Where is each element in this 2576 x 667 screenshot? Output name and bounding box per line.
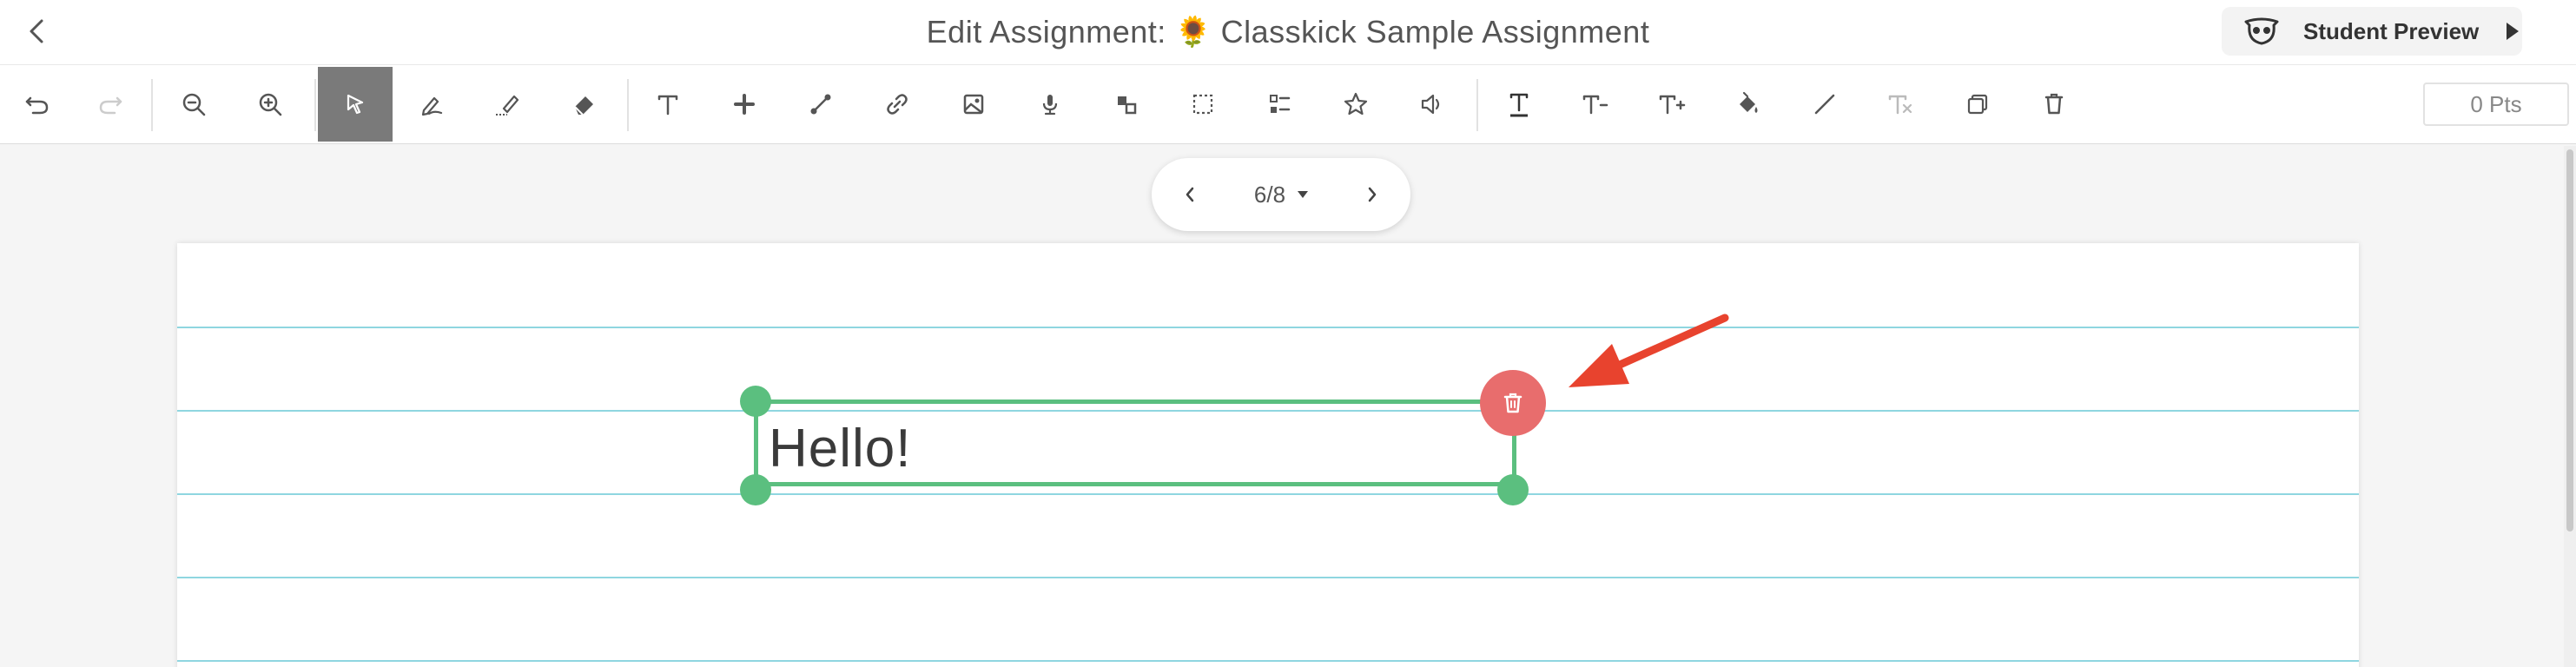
undo-button[interactable] xyxy=(0,67,75,142)
manipulative-tool-button[interactable] xyxy=(1089,67,1164,142)
resize-handle-bottom-left[interactable] xyxy=(740,474,771,505)
select-tool-button[interactable] xyxy=(318,67,393,142)
speaker-tool-button[interactable] xyxy=(1395,67,1470,142)
line-connector-icon xyxy=(810,94,831,115)
resize-handle-bottom-right[interactable] xyxy=(1497,474,1529,505)
selection-box-button[interactable] xyxy=(1166,67,1240,142)
page-indicator[interactable]: 6/8 xyxy=(1238,174,1325,215)
toolbar: 0 Pts xyxy=(0,64,2576,144)
add-element-button[interactable] xyxy=(707,67,782,142)
paint-bucket-icon xyxy=(1740,91,1758,113)
resize-handle-top-left[interactable] xyxy=(740,386,771,417)
chevron-left-icon xyxy=(1186,187,1194,202)
chevron-left-icon xyxy=(30,19,43,43)
undo-icon xyxy=(25,96,49,115)
zoom-out-icon xyxy=(182,93,206,116)
next-page-button[interactable] xyxy=(1351,174,1393,215)
trash-button[interactable] xyxy=(2017,67,2091,142)
speaker-icon xyxy=(1421,94,1440,115)
text-icon xyxy=(657,95,678,116)
text-clear-icon xyxy=(1888,95,1912,115)
eraser-icon xyxy=(574,96,593,116)
selected-textbox[interactable]: Hello! xyxy=(754,400,1516,486)
delete-element-button[interactable] xyxy=(1480,370,1546,436)
header: Edit Assignment: 🌻 Classkick Sample Assi… xyxy=(0,0,2576,64)
ruled-line xyxy=(177,327,2359,328)
text-plus-icon xyxy=(1659,95,1686,115)
zoom-in-icon xyxy=(259,93,282,116)
title-prefix: Edit Assignment: xyxy=(926,14,1166,50)
caret-down-icon xyxy=(1298,191,1309,198)
pen-icon xyxy=(421,96,443,116)
microphone-icon xyxy=(1042,95,1058,116)
page-number: 6/8 xyxy=(1253,181,1286,208)
dashed-box-icon xyxy=(1192,94,1213,115)
line-tool-button[interactable] xyxy=(783,67,858,142)
shapes-icon xyxy=(1118,96,1137,115)
cursor-icon xyxy=(347,94,364,115)
fill-tool-button[interactable] xyxy=(1711,67,1786,142)
text-tool-button[interactable] xyxy=(631,67,705,142)
previous-page-button[interactable] xyxy=(1169,174,1211,215)
duplicate-button[interactable] xyxy=(1940,67,2015,142)
star-tool-button[interactable] xyxy=(1318,67,1393,142)
assignment-canvas[interactable]: Hello! xyxy=(177,243,2359,667)
text-smaller-button[interactable] xyxy=(1558,67,1633,142)
stroke-tool-button[interactable] xyxy=(1787,67,1862,142)
highlighter-icon xyxy=(496,95,519,116)
text-underline-icon xyxy=(1509,93,1529,117)
link-icon xyxy=(887,94,908,115)
ruled-line xyxy=(177,493,2359,495)
plus-icon xyxy=(734,94,755,115)
trash-icon xyxy=(2044,93,2064,115)
text-larger-button[interactable] xyxy=(1635,67,1709,142)
text-minus-icon xyxy=(1582,95,1608,115)
image-tool-button[interactable] xyxy=(936,67,1011,142)
trash-icon xyxy=(1503,393,1522,413)
image-icon xyxy=(963,94,984,115)
student-owl-icon xyxy=(2244,17,2279,45)
textbox-content[interactable]: Hello! xyxy=(769,418,912,479)
link-tool-button[interactable] xyxy=(860,67,935,142)
chevron-right-icon xyxy=(1368,187,1377,202)
text-clear-button[interactable] xyxy=(1864,67,1939,142)
back-button[interactable] xyxy=(19,14,54,49)
zoom-out-button[interactable] xyxy=(156,67,231,142)
checklist-icon xyxy=(1270,95,1291,113)
duplicate-icon xyxy=(1967,94,1988,115)
redo-button[interactable] xyxy=(73,67,148,142)
ruled-line xyxy=(177,577,2359,578)
zoom-in-button[interactable] xyxy=(233,67,307,142)
vertical-scrollbar[interactable] xyxy=(2564,146,2576,667)
sunflower-icon: 🌻 xyxy=(1174,16,1212,49)
highlighter-tool-button[interactable] xyxy=(471,67,545,142)
diagonal-line-icon xyxy=(1814,94,1835,115)
eraser-tool-button[interactable] xyxy=(547,67,622,142)
audio-record-button[interactable] xyxy=(1013,67,1087,142)
points-field[interactable]: 0 Pts xyxy=(2423,83,2569,126)
scrollbar-thumb[interactable] xyxy=(2566,149,2573,532)
page-navigator: 6/8 xyxy=(1152,158,1410,231)
redo-icon xyxy=(99,96,122,115)
multiple-choice-button[interactable] xyxy=(1242,67,1317,142)
assignment-name: Classkick Sample Assignment xyxy=(1220,14,1650,50)
student-preview-button[interactable]: Student Preview xyxy=(2222,7,2522,56)
play-icon xyxy=(2507,23,2520,40)
student-preview-label: Student Preview xyxy=(2303,17,2480,44)
pen-tool-button[interactable] xyxy=(394,67,469,142)
star-icon xyxy=(1344,92,1368,116)
text-format-button[interactable] xyxy=(1482,67,1556,142)
ruled-line xyxy=(177,660,2359,662)
page-title: Edit Assignment: 🌻 Classkick Sample Assi… xyxy=(927,14,1650,50)
